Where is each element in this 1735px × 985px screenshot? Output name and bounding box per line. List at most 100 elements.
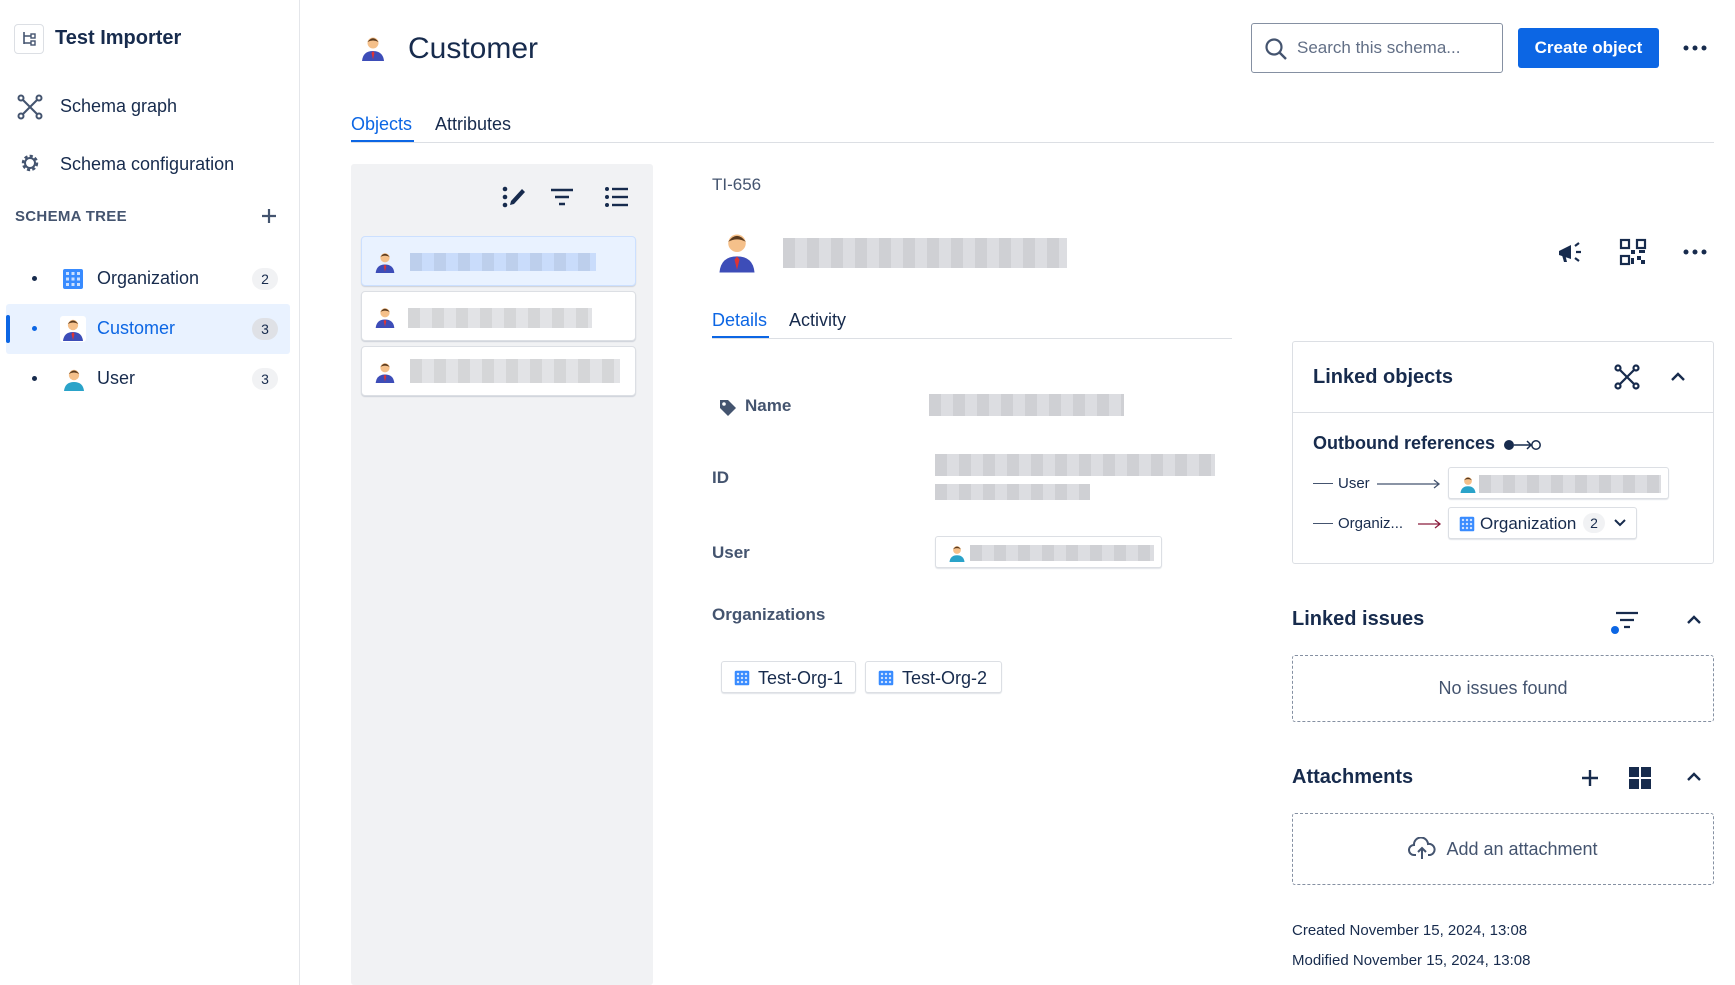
nav-schema-configuration[interactable]: Schema configuration: [0, 146, 300, 182]
organization-chip[interactable]: Test-Org-1: [721, 661, 856, 693]
user-icon: [1459, 474, 1477, 494]
redacted-id-value: [935, 484, 1090, 500]
ref-line: [1313, 483, 1333, 484]
add-attachment-plus-button[interactable]: [1580, 768, 1600, 788]
redacted-name-value: [929, 394, 1124, 416]
tab-attributes[interactable]: Attributes: [435, 114, 511, 135]
graph-icon: [17, 94, 43, 120]
ref-arrow-icon: [1418, 518, 1442, 530]
user-icon: [62, 366, 86, 392]
field-label-id: ID: [712, 468, 729, 487]
card-divider: [1293, 412, 1713, 413]
nav-label: Schema configuration: [60, 154, 235, 174]
edit-columns-button[interactable]: [500, 184, 528, 210]
tree-item-label: User: [97, 368, 136, 388]
search-placeholder: Search this schema...: [1297, 38, 1461, 57]
field-label-user: User: [712, 543, 750, 562]
tab-activity[interactable]: Activity: [789, 310, 846, 331]
object-list-panel: [351, 164, 653, 985]
field-label-organizations: Organizations: [712, 605, 826, 624]
tab-objects[interactable]: Objects: [351, 114, 412, 135]
list-view-button[interactable]: [604, 186, 630, 208]
schema-tree-heading: SCHEMA TREE: [15, 208, 127, 225]
object-key: TI-656: [712, 175, 762, 194]
count-badge: 3: [252, 318, 278, 340]
field-label-name: Name: [745, 396, 792, 415]
tree-item-label: Organization: [97, 268, 200, 288]
chevron-up-icon: [1687, 615, 1701, 624]
tree-item-user[interactable]: User 3: [6, 354, 290, 404]
plus-icon: [1582, 770, 1598, 786]
organization-chip-label: Test-Org-2: [902, 668, 988, 688]
list-item[interactable]: [361, 291, 636, 341]
linked-objects-title: Linked objects: [1313, 366, 1454, 388]
list-icon: [605, 187, 628, 207]
customer-icon: [60, 316, 86, 342]
redacted-object-name: [783, 238, 1067, 268]
filter-icon: [1611, 611, 1638, 634]
chevron-up-icon: [1687, 772, 1701, 781]
tag-icon: [718, 398, 738, 418]
add-attachment-dropzone[interactable]: Add an attachment: [1292, 813, 1714, 885]
tree-item-customer[interactable]: Customer 3: [6, 304, 290, 354]
create-object-button[interactable]: Create object: [1518, 28, 1659, 68]
list-item[interactable]: [361, 346, 636, 396]
page-title: Customer: [408, 32, 539, 65]
bullet: [32, 276, 37, 281]
gear-icon: [17, 150, 43, 176]
object-more-button[interactable]: [1682, 242, 1708, 262]
qr-code-button[interactable]: [1619, 238, 1647, 266]
search-icon: [1264, 37, 1288, 61]
redacted-name: [410, 253, 596, 271]
tab-details[interactable]: Details: [712, 310, 767, 331]
customer-header-icon: [360, 34, 386, 62]
add-attachment-label: Add an attachment: [1446, 838, 1598, 859]
linked-user-chip[interactable]: [1448, 467, 1669, 499]
more-options-button[interactable]: [1682, 38, 1708, 58]
object-avatar-icon: [718, 230, 756, 274]
redacted-user-name: [970, 545, 1154, 561]
nav-label: Schema graph: [60, 96, 178, 116]
collapse-linked-objects-button[interactable]: [1669, 368, 1687, 386]
outbound-arrow-icon: [1503, 436, 1543, 454]
organization-icon: [734, 670, 750, 686]
list-item[interactable]: [361, 236, 636, 286]
grid-icon: [1629, 767, 1651, 789]
linked-issues-title: Linked issues: [1292, 608, 1425, 630]
redacted-name: [410, 359, 620, 383]
filter-button[interactable]: [549, 187, 575, 207]
count-badge: 2: [252, 268, 278, 290]
filter-icon: [551, 188, 573, 206]
organization-icon: [62, 268, 84, 290]
count-badge: 3: [252, 368, 278, 390]
edit-list-icon: [502, 186, 525, 208]
linked-organization-label: Organization: [1480, 514, 1577, 533]
modified-timestamp: Modified November 15, 2024, 13:08: [1292, 952, 1531, 969]
search-field[interactable]: Search this schema...: [1251, 23, 1503, 73]
schema-icon: [14, 24, 44, 54]
customer-icon: [374, 304, 396, 330]
graph-view-button[interactable]: [1614, 364, 1640, 390]
add-object-type-button[interactable]: [259, 206, 279, 226]
filter-issues-button[interactable]: [1611, 610, 1641, 634]
redacted-name: [408, 308, 592, 328]
sidebar: Test Importer Schema graph Schema config…: [0, 0, 300, 985]
grid-view-button[interactable]: [1628, 766, 1652, 790]
linked-organization-dropdown[interactable]: Organization 2: [1448, 507, 1637, 539]
more-icon: [1683, 45, 1707, 51]
collapse-attachments-button[interactable]: [1685, 768, 1703, 786]
more-icon: [1683, 249, 1707, 255]
user-reference-chip[interactable]: [935, 536, 1162, 568]
cloud-upload-icon: [1408, 837, 1437, 861]
user-icon: [948, 543, 966, 563]
announce-button[interactable]: [1556, 238, 1586, 266]
linked-issues-empty-state: No issues found: [1292, 655, 1714, 722]
organization-chip[interactable]: Test-Org-2: [865, 661, 1002, 693]
nav-schema-graph[interactable]: Schema graph: [0, 88, 300, 124]
chevron-up-icon: [1671, 372, 1685, 381]
collapse-linked-issues-button[interactable]: [1685, 611, 1703, 629]
app-title: Test Importer: [55, 27, 182, 49]
tree-item-organization[interactable]: Organization 2: [6, 254, 290, 304]
tree-item-label: Customer: [97, 318, 176, 338]
outbound-references-label: Outbound references: [1313, 433, 1496, 453]
